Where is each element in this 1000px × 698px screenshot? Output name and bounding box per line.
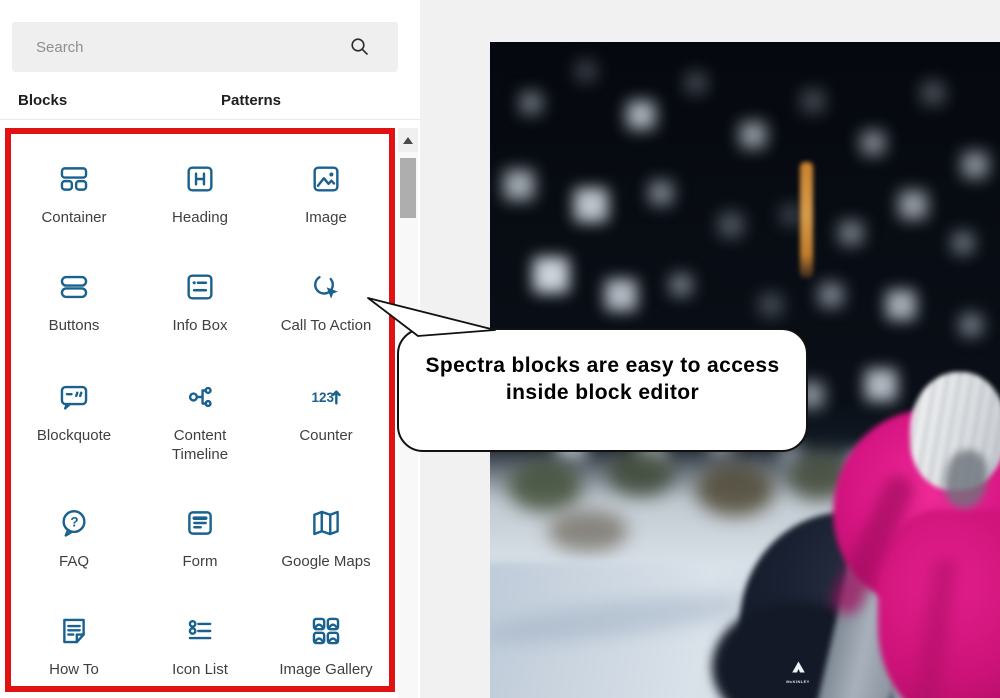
- brand-text: McKINLEY: [783, 679, 813, 684]
- block-item-info-box[interactable]: Info Box: [137, 252, 263, 362]
- form-icon: [183, 506, 217, 540]
- bush-blob: [508, 460, 582, 512]
- block-label: How To: [49, 660, 99, 679]
- call-to-action-icon: [309, 270, 343, 304]
- jacket-brand-logo: McKINLEY: [783, 660, 813, 684]
- block-item-container[interactable]: Container: [11, 144, 137, 252]
- block-item-faq[interactable]: ? FAQ: [11, 488, 137, 596]
- bokeh-lights: [490, 42, 492, 44]
- block-label: Form: [183, 552, 218, 571]
- block-label: Icon List: [172, 660, 228, 679]
- block-item-form[interactable]: Form: [137, 488, 263, 596]
- block-item-image-gallery[interactable]: Image Gallery: [263, 596, 389, 698]
- block-label: FAQ: [59, 552, 89, 571]
- faq-icon: ?: [57, 506, 91, 540]
- tab-patterns[interactable]: Patterns: [221, 92, 281, 109]
- search-input[interactable]: [12, 22, 398, 72]
- inserter-tabs: Blocks Patterns: [0, 92, 420, 118]
- svg-text:123: 123: [312, 390, 334, 405]
- block-inserter-panel: Blocks Patterns Container Heading: [0, 0, 420, 698]
- block-item-google-maps[interactable]: Google Maps: [263, 488, 389, 596]
- blocks-grid: Container Heading Image: [11, 136, 389, 684]
- magnifier-icon: [348, 35, 372, 59]
- orange-trail-marker: [800, 162, 813, 278]
- block-label: Content Timeline: [148, 426, 252, 464]
- block-item-counter[interactable]: 123 Counter: [263, 362, 389, 488]
- content-timeline-icon: [183, 380, 217, 414]
- image-gallery-icon: [309, 614, 343, 648]
- block-item-buttons[interactable]: Buttons: [11, 252, 137, 362]
- block-item-blockquote[interactable]: Blockquote: [11, 362, 137, 488]
- block-item-content-timeline[interactable]: Content Timeline: [137, 362, 263, 488]
- annotation-callout: Spectra blocks are easy to access inside…: [397, 328, 808, 452]
- image-icon: [309, 162, 343, 196]
- heading-icon: [183, 162, 217, 196]
- tab-blocks[interactable]: Blocks: [18, 92, 67, 109]
- block-item-how-to[interactable]: How To: [11, 596, 137, 698]
- block-label: Info Box: [172, 316, 227, 335]
- block-label: Image: [305, 208, 347, 227]
- bush-blob: [608, 450, 674, 496]
- info-box-icon: [183, 270, 217, 304]
- callout-tail-pointer: [358, 288, 508, 344]
- block-item-icon-list[interactable]: Icon List: [137, 596, 263, 698]
- block-label: Buttons: [49, 316, 100, 335]
- mountain-logo-icon: [791, 661, 806, 673]
- block-item-image[interactable]: Image: [263, 144, 389, 252]
- scroll-up-arrow-icon[interactable]: [398, 128, 418, 152]
- google-maps-icon: [309, 506, 343, 540]
- buttons-icon: [57, 270, 91, 304]
- scrollbar-thumb[interactable]: [400, 158, 416, 218]
- block-label: Blockquote: [37, 426, 111, 445]
- block-item-heading[interactable]: Heading: [137, 144, 263, 252]
- how-to-icon: [57, 614, 91, 648]
- callout-text-line2: inside block editor: [506, 379, 699, 406]
- bush-blob: [696, 464, 774, 516]
- counter-icon: 123: [309, 380, 343, 414]
- callout-text-line1: Spectra blocks are easy to access: [425, 352, 779, 379]
- tabs-divider: [0, 119, 420, 120]
- bush-blob: [548, 510, 628, 552]
- block-label: Image Gallery: [279, 660, 372, 679]
- icon-list-icon: [183, 614, 217, 648]
- block-editor-screen: Blocks Patterns Container Heading: [0, 0, 1000, 698]
- search-box[interactable]: [12, 22, 398, 72]
- container-icon: [57, 162, 91, 196]
- block-label: Counter: [299, 426, 352, 445]
- svg-text:?: ?: [70, 515, 78, 530]
- blockquote-icon: [57, 380, 91, 414]
- block-label: Container: [41, 208, 106, 227]
- block-label: Google Maps: [281, 552, 370, 571]
- block-label: Heading: [172, 208, 228, 227]
